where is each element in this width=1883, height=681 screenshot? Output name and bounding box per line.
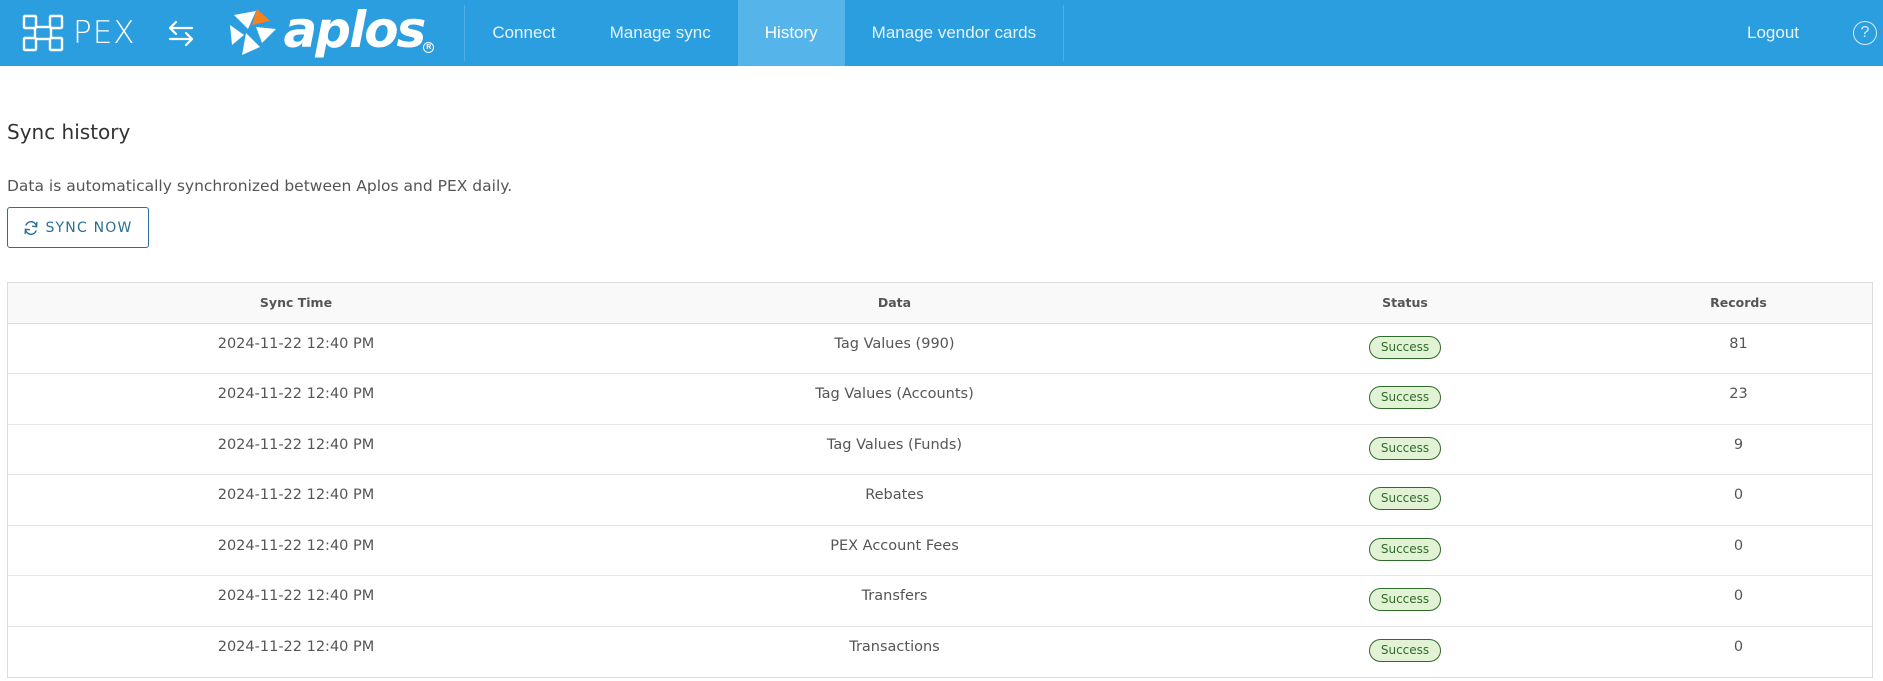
pex-logo[interactable]: PEX: [22, 14, 136, 52]
column-header-sync-time[interactable]: Sync Time: [8, 283, 584, 324]
nav-link-manage-sync[interactable]: Manage sync: [583, 0, 738, 66]
aplos-logo[interactable]: aplos R: [226, 1, 435, 59]
cell-records: 81: [1605, 323, 1872, 374]
pex-brand-text: PEX: [73, 15, 136, 51]
cell-sync-time: 2024-11-22 12:40 PM: [8, 525, 584, 576]
aplos-star-icon: [229, 9, 276, 55]
cell-data: Tag Values (Funds): [584, 424, 1205, 475]
nav-right-area: Logout ?: [1747, 0, 1883, 66]
status-badge: Success: [1368, 386, 1442, 409]
column-header-data[interactable]: Data: [584, 283, 1205, 324]
nav-divider: [1063, 5, 1065, 61]
cell-sync-time: 2024-11-22 12:40 PM: [8, 373, 584, 425]
table-row: 2024-11-22 12:40 PM Rebates Success 0: [8, 474, 1872, 526]
cell-data: Tag Values (990): [584, 323, 1205, 374]
cell-data: Transfers: [584, 575, 1205, 627]
cell-status: Success: [1205, 474, 1605, 526]
pex-grid-logo-icon: [22, 14, 64, 52]
table-row: 2024-11-22 12:40 PM Tag Values (Funds) S…: [8, 424, 1872, 475]
aplos-brand-text: aplos: [283, 1, 427, 59]
page-description: Data is automatically synchronized betwe…: [7, 177, 513, 195]
table-row: 2024-11-22 12:40 PM Transactions Success…: [8, 626, 1872, 677]
status-badge: Success: [1368, 537, 1442, 561]
cell-sync-time: 2024-11-22 12:40 PM: [8, 575, 584, 627]
cell-sync-time: 2024-11-22 12:40 PM: [8, 474, 584, 526]
top-navbar: PEX aplos R Connect Manage sync History …: [0, 0, 1883, 66]
table-row: 2024-11-22 12:40 PM Tag Values (990) Suc…: [8, 323, 1872, 374]
cell-sync-time: 2024-11-22 12:40 PM: [217, 638, 375, 655]
status-badge: Success: [1368, 487, 1442, 510]
sync-history-table: Sync Time Data Status Records 2024-11-22…: [7, 282, 1873, 678]
nav-link-manage-vendor-cards[interactable]: Manage vendor cards: [845, 0, 1063, 66]
cell-records: 0: [1605, 575, 1872, 627]
cell-status: Success: [1205, 323, 1605, 374]
swap-arrows-icon: [166, 19, 196, 47]
cell-records: 0: [1605, 474, 1872, 526]
table-header-row: Sync Time Data Status Records: [8, 283, 1872, 324]
cell-status: Success: [1205, 626, 1605, 677]
cell-data: Transactions: [849, 638, 940, 655]
sync-now-button[interactable]: SYNC NOW: [7, 207, 149, 248]
cell-status: Success: [1205, 525, 1605, 576]
cell-records: 23: [1605, 373, 1872, 425]
page-title: Sync history: [7, 120, 131, 144]
cell-data: PEX Account Fees: [584, 525, 1205, 576]
table-row: 2024-11-22 12:40 PM Transfers Success 0: [8, 575, 1872, 627]
help-circle-icon[interactable]: ?: [1853, 21, 1877, 45]
cell-data: Tag Values (Accounts): [584, 373, 1205, 425]
registered-mark-icon: R: [423, 42, 435, 53]
sync-now-label: SYNC NOW: [45, 219, 133, 236]
cell-data: Rebates: [584, 474, 1205, 526]
status-badge: Success: [1368, 436, 1442, 460]
cell-records: 0: [1733, 638, 1744, 655]
logout-link[interactable]: Logout: [1747, 23, 1799, 43]
table-row: 2024-11-22 12:40 PM Tag Values (Accounts…: [8, 373, 1872, 425]
cell-status: Success: [1205, 424, 1605, 475]
nav-link-history[interactable]: History: [737, 0, 845, 66]
status-badge: Success: [1368, 335, 1442, 359]
column-header-records[interactable]: Records: [1605, 283, 1872, 324]
status-badge: Success: [1368, 638, 1442, 662]
cell-sync-time: 2024-11-22 12:40 PM: [8, 424, 584, 475]
cell-records: 9: [1605, 424, 1872, 475]
brand-area: PEX aplos R: [0, 0, 435, 66]
cell-status: Success: [1205, 575, 1605, 627]
nav-link-connect[interactable]: Connect: [465, 0, 582, 66]
main-nav: Connect Manage sync History Manage vendo…: [465, 0, 1063, 66]
refresh-icon: [24, 220, 38, 235]
cell-sync-time: 2024-11-22 12:40 PM: [8, 323, 584, 374]
table-row: 2024-11-22 12:40 PM PEX Account Fees Suc…: [8, 525, 1872, 576]
status-badge: Success: [1368, 588, 1442, 611]
cell-status: Success: [1205, 373, 1605, 425]
column-header-status[interactable]: Status: [1205, 283, 1605, 324]
cell-records: 0: [1605, 525, 1872, 576]
